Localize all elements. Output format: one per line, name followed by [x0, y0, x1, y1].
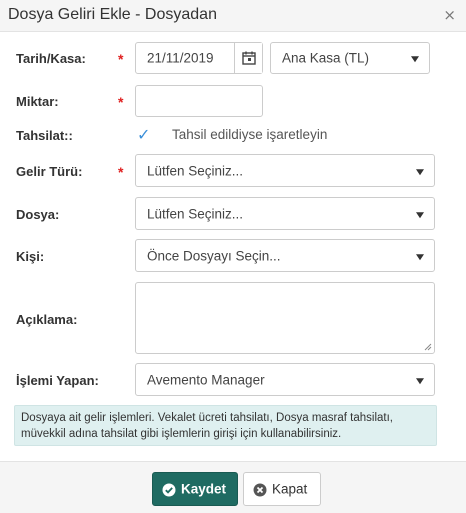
- person-value: Önce Dosyayı Seçin...: [147, 248, 281, 263]
- person-label: Kişi:: [16, 249, 45, 264]
- file-select[interactable]: Lütfen Seçiniz...: [135, 197, 435, 230]
- required-mark: *: [118, 164, 124, 180]
- file-value: Lütfen Seçiniz...: [147, 206, 244, 221]
- date-field[interactable]: 21/11/2019: [135, 42, 263, 74]
- close-button-label: Kapat: [272, 481, 308, 497]
- collection-checkbox-label[interactable]: Tahsil edildiyse işaretleyin: [172, 127, 327, 142]
- operator-label: İşlemi Yapan:: [16, 373, 99, 388]
- calendar-button[interactable]: [234, 43, 262, 73]
- file-label: Dosya:: [16, 207, 60, 222]
- required-mark: *: [118, 94, 124, 110]
- operator-select[interactable]: Avemento Manager: [135, 363, 435, 396]
- save-button-label: Kaydet: [181, 481, 227, 497]
- close-button[interactable]: Kapat: [243, 472, 321, 506]
- cashbox-value: Ana Kasa (TL): [282, 50, 370, 66]
- amount-input[interactable]: [135, 85, 263, 117]
- description-textarea[interactable]: [135, 282, 435, 354]
- close-icon[interactable]: ×: [443, 6, 456, 24]
- caret-down-icon: [411, 56, 419, 63]
- description-label: Açıklama:: [16, 312, 78, 327]
- collection-label: Tahsilat::: [16, 128, 73, 143]
- dialog-footer: Kaydet Kapat: [0, 461, 466, 513]
- required-mark: *: [118, 51, 124, 67]
- info-message: Dosyaya ait gelir işlemleri. Vekalet ücr…: [14, 405, 437, 446]
- income-type-value: Lütfen Seçiniz...: [147, 163, 244, 178]
- caret-down-icon: [416, 211, 424, 218]
- caret-down-icon: [416, 168, 424, 175]
- income-type-select[interactable]: Lütfen Seçiniz...: [135, 154, 435, 187]
- check-circle-icon: [162, 483, 176, 497]
- date-value: 21/11/2019: [147, 50, 214, 66]
- cashbox-select[interactable]: Ana Kasa (TL): [270, 42, 430, 74]
- operator-value: Avemento Manager: [147, 372, 265, 387]
- dialog-title: Dosya Geliri Ekle - Dosyadan: [8, 6, 217, 23]
- person-select[interactable]: Önce Dosyayı Seçin...: [135, 239, 435, 272]
- calendar-icon: [242, 51, 256, 65]
- amount-label: Miktar:: [16, 94, 59, 109]
- caret-down-icon: [416, 377, 424, 384]
- times-circle-icon: [253, 483, 267, 497]
- dialog-header: Dosya Geliri Ekle - Dosyadan ×: [0, 0, 466, 32]
- collection-checkbox[interactable]: ✓: [137, 125, 150, 144]
- caret-down-icon: [416, 253, 424, 260]
- save-button[interactable]: Kaydet: [152, 472, 238, 506]
- income-type-label: Gelir Türü:: [16, 164, 83, 179]
- resize-handle-icon[interactable]: [424, 343, 432, 351]
- date-label: Tarih/Kasa:: [16, 51, 86, 66]
